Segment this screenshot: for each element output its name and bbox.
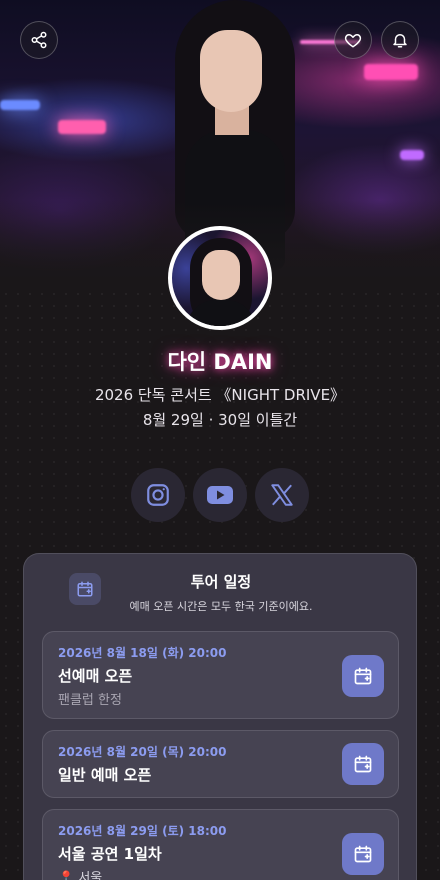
event-title: 서울 공연 1일차 xyxy=(58,845,162,863)
add-to-calendar-button[interactable] xyxy=(342,833,384,875)
tour-schedule-card: 투어 일정 예매 오픈 시간은 모두 한국 기준이에요. 2026년 8월 18… xyxy=(23,553,417,880)
event-datetime: 2026년 8월 29일 (토) 18:00 xyxy=(58,824,227,838)
like-button[interactable] xyxy=(334,21,372,59)
concert-dates: 8월 29일 · 30일 이틀간 xyxy=(142,411,298,429)
event-title: 일반 예매 오픈 xyxy=(58,766,152,784)
avatar xyxy=(168,226,272,330)
add-to-calendar-button[interactable] xyxy=(342,655,384,697)
youtube-button[interactable] xyxy=(193,468,247,522)
x-button[interactable] xyxy=(255,468,309,522)
share-icon xyxy=(31,31,47,49)
calendar-add-icon xyxy=(354,667,372,685)
youtube-icon xyxy=(207,486,233,504)
add-to-calendar-button[interactable] xyxy=(342,743,384,785)
schedule-title: 투어 일정 xyxy=(190,573,252,591)
event-note: 팬클럽 한정 xyxy=(58,693,122,708)
instagram-icon xyxy=(147,484,169,506)
schedule-item: 2026년 8월 29일 (토) 18:00 서울 공연 1일차 📍 서울 xyxy=(42,809,399,880)
notification-button[interactable] xyxy=(381,21,419,59)
calendar-add-icon xyxy=(354,755,372,773)
event-title: 선예매 오픈 xyxy=(58,667,133,685)
bell-icon xyxy=(393,34,407,48)
share-button[interactable] xyxy=(20,21,58,59)
instagram-button[interactable] xyxy=(131,468,185,522)
event-datetime: 2026년 8월 18일 (화) 20:00 xyxy=(58,646,227,660)
artist-photo xyxy=(165,0,305,270)
schedule-subtitle: 예매 오픈 시간은 모두 한국 기준이에요. xyxy=(129,600,313,613)
heart-icon xyxy=(344,34,362,48)
schedule-item: 2026년 8월 20일 (목) 20:00 일반 예매 오픈 xyxy=(42,730,399,798)
event-datetime: 2026년 8월 20일 (목) 20:00 xyxy=(58,745,227,759)
x-icon xyxy=(271,484,293,506)
concert-title: 2026 단독 콘서트 《NIGHT DRIVE》 xyxy=(94,386,346,404)
artist-name: 다인 DAIN xyxy=(167,350,273,374)
schedule-item: 2026년 8월 18일 (화) 20:00 선예매 오픈 팬클럽 한정 xyxy=(42,631,399,719)
calendar-add-icon xyxy=(354,845,372,863)
event-location: 📍 서울 xyxy=(58,871,103,880)
